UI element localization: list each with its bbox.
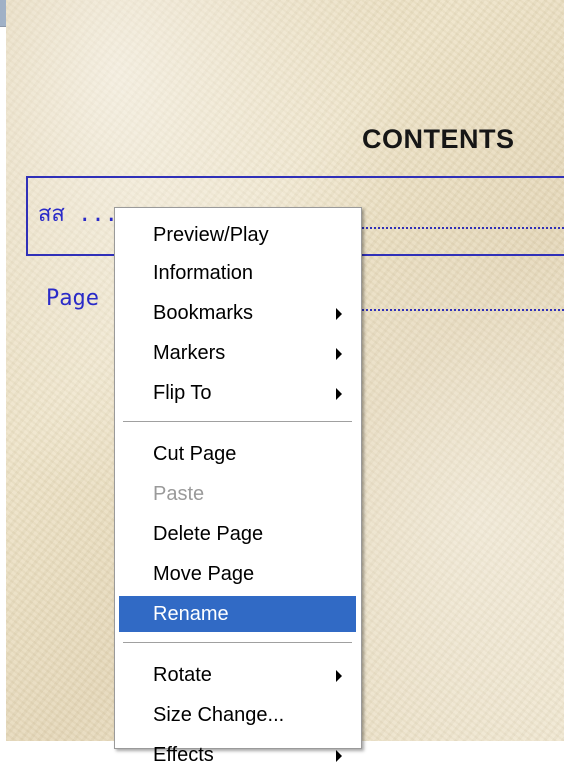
- menu-item-label: Delete Page: [153, 523, 264, 545]
- submenu-arrow-icon: [336, 750, 342, 762]
- menu-item-label: Size Change...: [153, 704, 285, 726]
- menu-item-markers[interactable]: Markers: [119, 335, 356, 371]
- menu-item-bookmarks[interactable]: Bookmarks: [119, 295, 356, 331]
- menu-item-label: Cut Page: [153, 443, 237, 465]
- menu-item-paste[interactable]: Paste: [119, 476, 356, 512]
- menu-separator: [123, 421, 352, 423]
- menu-item-label: Information: [153, 262, 254, 284]
- toc-leader-dots-2: [362, 309, 564, 311]
- menu-item-preview-play[interactable]: Preview/Play: [119, 217, 356, 253]
- menu-item-cut-page[interactable]: Cut Page: [119, 436, 356, 472]
- page-title: CONTENTS: [362, 124, 515, 154]
- toc-leader-dots-1: [362, 227, 564, 229]
- menu-item-flip-to[interactable]: Flip To: [119, 375, 356, 411]
- menu-item-effects[interactable]: Effects: [119, 737, 356, 773]
- menu-item-label: Flip To: [153, 382, 212, 404]
- menu-item-information[interactable]: Information: [119, 255, 356, 291]
- menu-item-rename[interactable]: Rename: [119, 596, 356, 632]
- menu-item-move-page[interactable]: Move Page: [119, 556, 356, 592]
- submenu-arrow-icon: [336, 308, 342, 320]
- menu-item-rotate[interactable]: Rotate: [119, 657, 356, 693]
- menu-item-label: Preview/Play: [153, 224, 269, 246]
- toc-entry-1[interactable]: สส ...: [38, 196, 118, 231]
- menu-item-label: Bookmarks: [153, 302, 254, 324]
- submenu-arrow-icon: [336, 348, 342, 360]
- toc-entry-2[interactable]: Page: [46, 286, 99, 311]
- menu-item-delete-page[interactable]: Delete Page: [119, 516, 356, 552]
- menu-item-label: Paste: [153, 483, 205, 505]
- menu-item-size-change[interactable]: Size Change...: [119, 697, 356, 733]
- menu-item-label: Markers: [153, 342, 226, 364]
- menu-separator: [123, 642, 352, 644]
- menu-item-label: Effects: [153, 744, 214, 766]
- submenu-arrow-icon: [336, 388, 342, 400]
- submenu-arrow-icon: [336, 670, 342, 682]
- context-menu: Preview/Play Information Bookmarks Marke…: [114, 207, 362, 766]
- menu-item-label: Move Page: [153, 563, 255, 585]
- menu-item-label: Rename: [153, 603, 229, 625]
- menu-item-label: Rotate: [153, 664, 212, 686]
